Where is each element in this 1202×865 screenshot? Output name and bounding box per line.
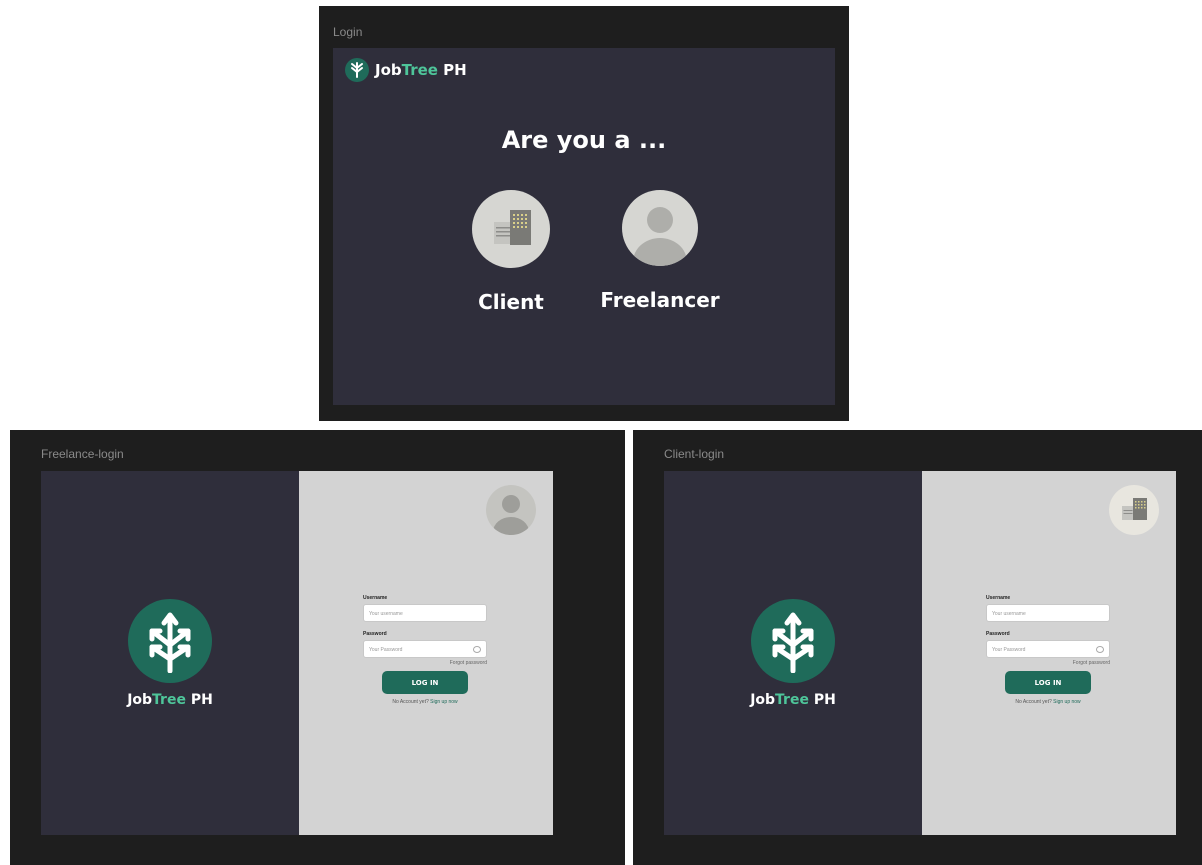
person-icon[interactable] xyxy=(622,190,698,266)
signup-prompt: No Account yet? Sign up now xyxy=(392,699,458,705)
username-field[interactable]: Your username xyxy=(986,604,1110,622)
role-question: Are you a ... xyxy=(501,126,667,154)
frame-label-freelance: Freelance-login xyxy=(41,447,124,461)
signup-link[interactable]: Sign up now xyxy=(430,699,458,705)
building-icon xyxy=(1109,485,1159,535)
freelance-login-frame: Freelance-login JobTree PH Username Your… xyxy=(10,430,625,865)
brand-name: JobTree PH xyxy=(127,692,213,708)
forgot-password-link[interactable]: Forgot password xyxy=(363,660,487,666)
login-canvas: JobTree PH Are you a ... Client Freelanc… xyxy=(333,48,835,405)
frame-label-client: Client-login xyxy=(664,447,725,461)
client-login-frame: Client-login JobTree PH Username Your us… xyxy=(633,430,1202,865)
brand-name: JobTree PH xyxy=(375,61,467,79)
brand-panel: JobTree PH xyxy=(41,471,299,835)
username-label: Username xyxy=(986,595,1011,601)
role-option-client[interactable]: Client xyxy=(441,190,581,314)
frame-label-login: Login xyxy=(333,25,363,39)
login-button[interactable]: LOG IN xyxy=(382,671,468,694)
role-label-freelancer: Freelancer xyxy=(600,288,720,312)
password-label: Password xyxy=(986,631,1010,637)
tree-logo-icon xyxy=(345,58,369,82)
role-label-client: Client xyxy=(478,290,544,314)
signup-link[interactable]: Sign up now xyxy=(1053,699,1081,705)
role-option-freelancer[interactable]: Freelancer xyxy=(590,190,730,312)
brand-name: JobTree PH xyxy=(750,692,836,708)
login-form: Username Your username Password Your Pas… xyxy=(986,595,1110,705)
signup-prompt: No Account yet? Sign up now xyxy=(1015,699,1081,705)
tree-logo-icon xyxy=(128,599,212,683)
eye-icon[interactable] xyxy=(1096,646,1104,653)
brand-panel: JobTree PH xyxy=(664,471,922,835)
password-placeholder: Your Password xyxy=(369,647,403,653)
brand-logo: JobTree PH xyxy=(345,58,467,82)
login-form-panel: Username Your username Password Your Pas… xyxy=(922,471,1176,835)
login-frame: Login JobTree PH Are you a ... Client Fr… xyxy=(319,6,849,421)
password-field[interactable]: Your Password xyxy=(363,640,487,658)
tree-logo-icon xyxy=(751,599,835,683)
password-label: Password xyxy=(363,631,387,637)
eye-icon[interactable] xyxy=(473,646,481,653)
person-icon xyxy=(486,485,536,535)
username-field[interactable]: Your username xyxy=(363,604,487,622)
forgot-password-link[interactable]: Forgot password xyxy=(986,660,1110,666)
password-field[interactable]: Your Password xyxy=(986,640,1110,658)
building-icon[interactable] xyxy=(472,190,550,268)
login-form: Username Your username Password Your Pas… xyxy=(363,595,487,705)
username-label: Username xyxy=(363,595,388,601)
login-form-panel: Username Your username Password Your Pas… xyxy=(299,471,553,835)
password-placeholder: Your Password xyxy=(992,647,1026,653)
login-button[interactable]: LOG IN xyxy=(1005,671,1091,694)
